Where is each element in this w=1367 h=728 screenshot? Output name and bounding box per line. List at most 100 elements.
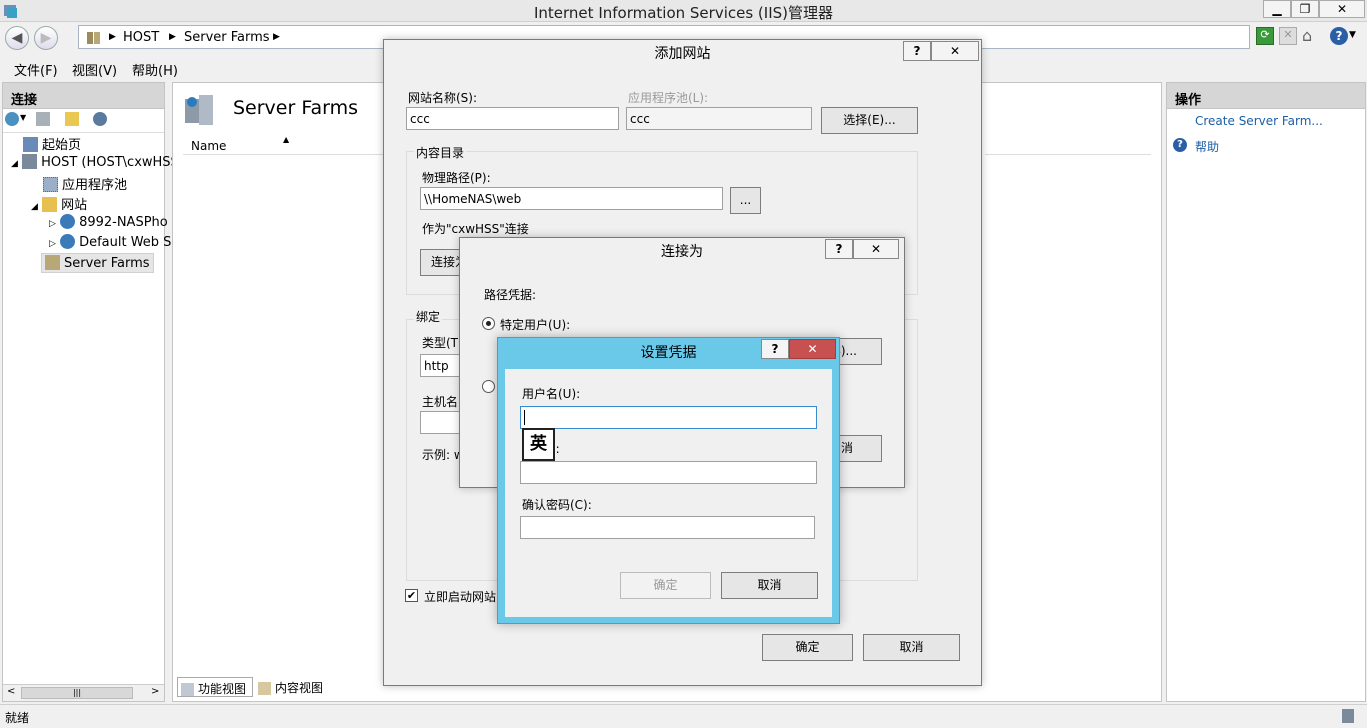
tab-label: 功能视图 — [198, 682, 247, 696]
actions-header: 操作 — [1167, 83, 1365, 109]
specific-user-label: 特定用户(U): — [500, 318, 571, 332]
title-bar: Internet Information Services (IIS)管理器 ▁… — [0, 0, 1367, 22]
connections-header: 连接 — [3, 83, 164, 109]
browse-button[interactable]: ... — [730, 187, 761, 214]
minimize-button[interactable]: ▁ — [1263, 0, 1291, 18]
content-view-icon — [258, 682, 271, 695]
connect-icon[interactable] — [5, 112, 19, 126]
binding-group-label: 绑定 — [414, 308, 443, 325]
breadcrumb-arrow-icon: ▶ — [169, 32, 176, 42]
site-name-label: 网站名称(S): — [408, 91, 478, 105]
collapse-arrow-icon[interactable]: ▷ — [49, 219, 56, 229]
help-link[interactable]: 帮助 — [1195, 138, 1219, 155]
horizontal-scrollbar[interactable]: < ||| > — [3, 684, 164, 701]
confirm-password-input[interactable] — [520, 516, 815, 539]
status-server-icon — [1342, 709, 1354, 723]
tree-start-page[interactable]: 起始页 — [23, 134, 81, 153]
menu-help[interactable]: 帮助(H) — [132, 60, 178, 79]
tree-app-pools[interactable]: 应用程序池 — [43, 174, 127, 193]
column-label: Name — [191, 139, 227, 153]
username-input[interactable] — [520, 406, 817, 429]
stop-icon[interactable]: ✕ — [1279, 27, 1297, 45]
chevron-down-icon[interactable]: ▼ — [1349, 30, 1356, 40]
tree-host[interactable]: ◢ HOST (HOST\cxwHSS — [11, 154, 179, 170]
globe-icon — [60, 234, 76, 249]
status-bar: 就绪 — [0, 704, 1367, 728]
ok-button[interactable]: 确定 — [762, 634, 853, 661]
dialog-close-button[interactable]: ✕ — [853, 239, 899, 259]
start-site-label: 立即启动网站 — [424, 590, 497, 604]
set-credentials-dialog: 设置凭据 ? ✕ 用户名(U): ): 英 确认密码(C): 确定 取消 — [497, 337, 840, 624]
breadcrumb-host[interactable]: HOST — [123, 30, 159, 45]
restore-button[interactable]: ❐ — [1291, 0, 1319, 18]
scroll-left-icon[interactable]: < — [7, 686, 15, 697]
example-label: 示例: w — [422, 448, 464, 462]
server-farm-icon — [45, 255, 60, 270]
back-button[interactable]: ◀ — [5, 26, 29, 50]
disconnect-icon[interactable] — [93, 112, 107, 126]
tree-label: 起始页 — [42, 138, 82, 153]
radio-dot-icon — [486, 321, 491, 326]
feature-view-icon — [181, 683, 194, 696]
ime-indicator[interactable]: 英 — [522, 428, 555, 461]
status-text: 就绪 — [5, 711, 30, 725]
column-header-name[interactable]: Name ▲ — [183, 135, 383, 155]
tab-content-view[interactable]: 内容视图 — [255, 677, 335, 697]
credentials-body: 用户名(U): ): 英 确认密码(C): 确定 取消 — [505, 369, 832, 617]
physical-path-label: 物理路径(P): — [422, 171, 491, 185]
chevron-down-icon[interactable]: ▼ — [20, 113, 26, 122]
expand-arrow-icon[interactable]: ◢ — [31, 202, 38, 212]
dialog-help-button[interactable]: ? — [761, 339, 789, 359]
menu-file[interactable]: 文件(F) — [14, 60, 58, 79]
type-label: 类型(T) — [422, 336, 463, 350]
tree-server-farms[interactable]: Server Farms — [41, 253, 154, 273]
forward-button[interactable]: ▶ — [34, 26, 58, 50]
save-icon[interactable] — [36, 112, 50, 126]
page-title: Server Farms — [233, 97, 359, 119]
sort-arrow-icon: ▲ — [283, 135, 290, 144]
tree-label: 网站 — [61, 198, 88, 213]
site-name-input[interactable]: ccc — [406, 107, 619, 130]
collapse-arrow-icon[interactable]: ▷ — [49, 239, 56, 249]
connections-toolbar: ▼ — [3, 109, 164, 133]
app-pool-input[interactable]: ccc — [626, 107, 812, 130]
dialog-title: 添加网站 — [654, 46, 711, 62]
tab-feature-view[interactable]: 功能视图 — [177, 677, 253, 697]
tree-site-8992[interactable]: ▷ 8992-NASPho — [49, 214, 168, 230]
up-icon[interactable] — [65, 112, 79, 126]
tree-sites[interactable]: ◢ 网站 — [31, 194, 87, 213]
physical-path-input[interactable]: \\HomeNAS\web — [420, 187, 723, 210]
help-icon: ? — [1173, 138, 1187, 152]
column-header-extra[interactable] — [985, 135, 1151, 155]
connect-as-text: 作为"cxwHSS"连接 — [422, 222, 529, 236]
folder-icon — [42, 197, 58, 212]
scroll-thumb[interactable]: ||| — [21, 687, 133, 699]
start-site-checkbox[interactable]: ✔ — [405, 589, 418, 602]
menu-view[interactable]: 视图(V) — [72, 60, 117, 79]
select-app-pool-button[interactable]: 选择(E)... — [821, 107, 918, 134]
tree-label: HOST (HOST\cxwHSS — [41, 155, 179, 170]
refresh-icon[interactable]: ⟳ — [1256, 27, 1274, 45]
host-name-label: 主机名 — [422, 395, 459, 409]
specific-user-radio[interactable] — [482, 317, 495, 330]
create-server-farm-link[interactable]: Create Server Farm... — [1195, 114, 1323, 128]
app-pool-label: 应用程序池(L): — [628, 91, 709, 105]
cancel-button[interactable]: 取消 — [863, 634, 960, 661]
breadcrumb-server-farms[interactable]: Server Farms — [184, 30, 270, 45]
cancel-button[interactable]: 取消 — [721, 572, 818, 599]
password-input[interactable] — [520, 461, 817, 484]
tree-default-site[interactable]: ▷ Default Web S — [49, 234, 171, 250]
expand-arrow-icon[interactable]: ◢ — [11, 159, 18, 169]
close-button[interactable]: ✕ — [1319, 0, 1365, 18]
dialog-close-button[interactable]: ✕ — [789, 339, 836, 359]
help-icon[interactable]: ? — [1330, 27, 1348, 45]
dialog-help-button[interactable]: ? — [825, 239, 853, 259]
home-icon[interactable]: ⌂ — [1302, 26, 1320, 46]
pass-through-radio[interactable] — [482, 380, 495, 393]
scroll-right-icon[interactable]: > — [151, 686, 159, 697]
dialog-help-button[interactable]: ? — [903, 41, 931, 61]
dialog-close-button[interactable]: ✕ — [931, 41, 979, 61]
ok-button[interactable]: 确定 — [620, 572, 711, 599]
username-label: 用户名(U): — [522, 387, 581, 401]
tree-label: Server Farms — [64, 256, 150, 271]
